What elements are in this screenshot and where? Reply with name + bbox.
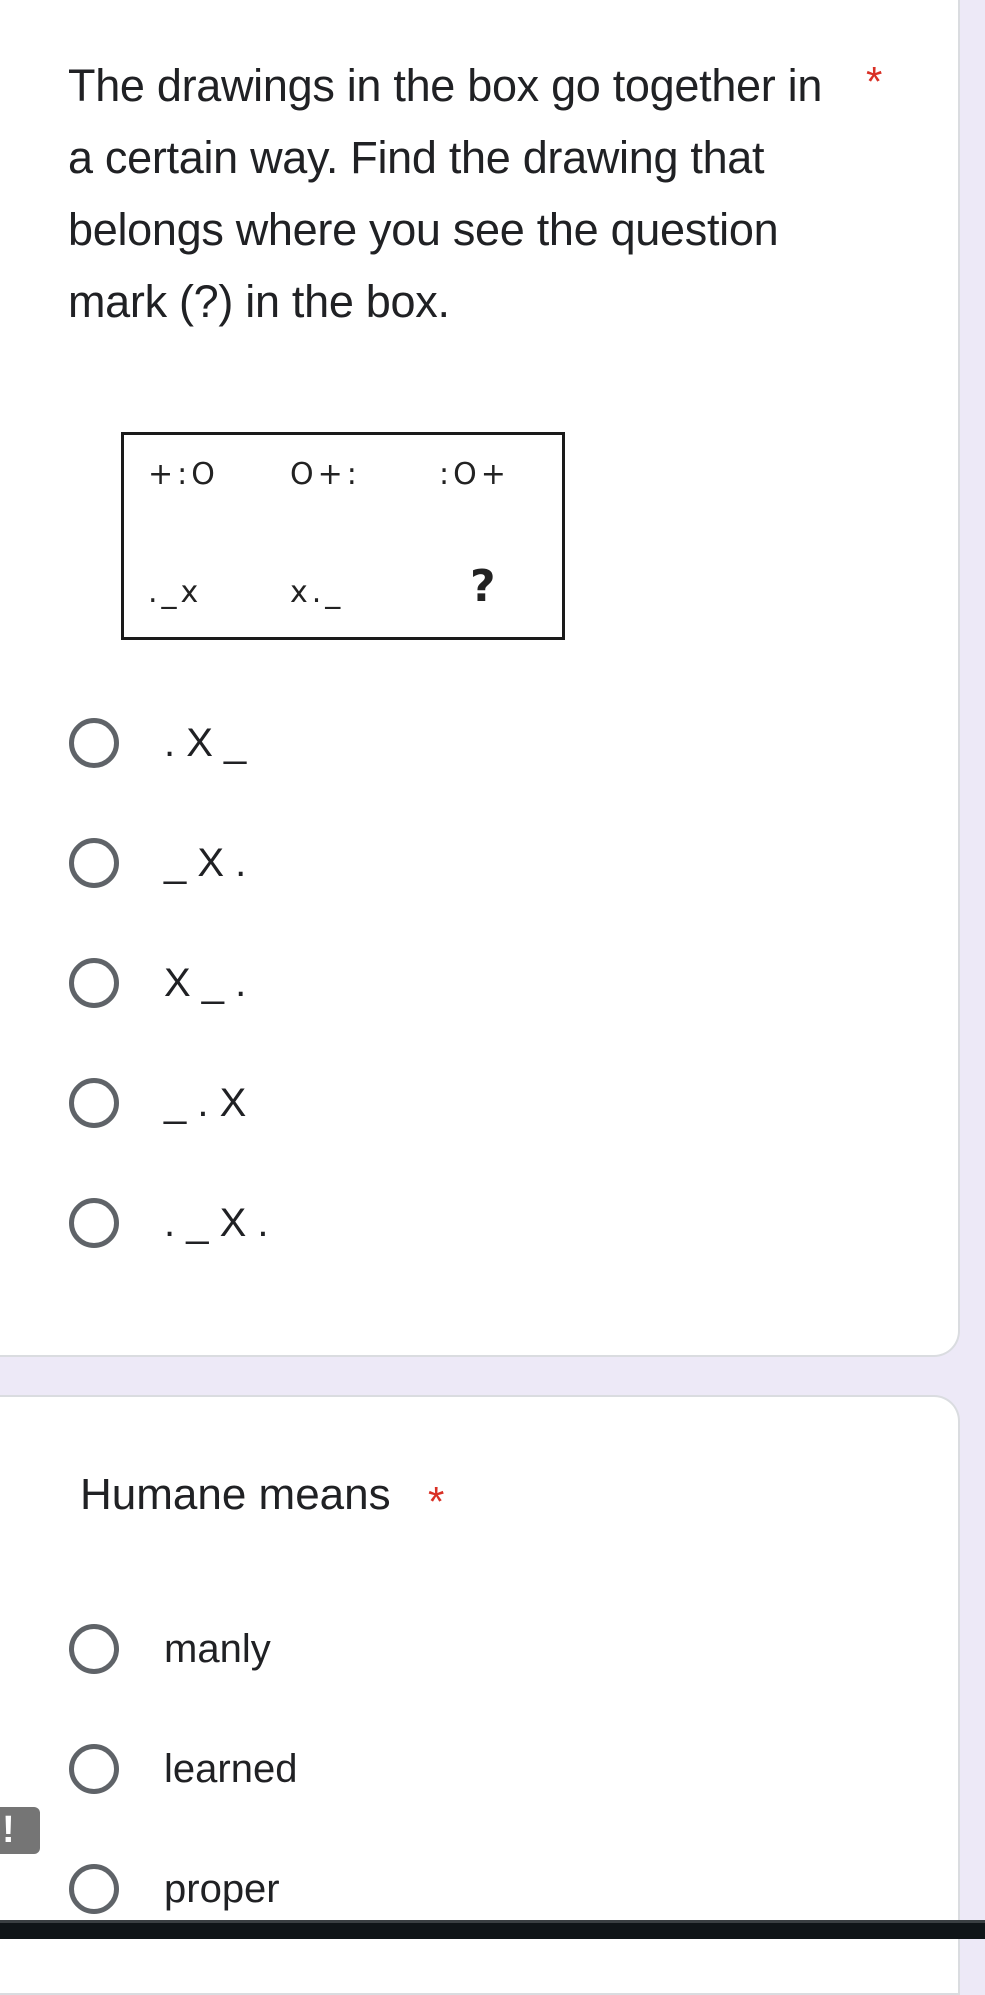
figure-question-mark: ? <box>470 561 496 612</box>
radio-button[interactable] <box>69 1744 119 1794</box>
option-label: X _ . <box>164 960 247 1005</box>
radio-button[interactable] <box>69 958 119 1008</box>
option-label: manly <box>164 1626 271 1671</box>
option-3[interactable]: X _ . <box>68 953 246 1013</box>
radio-button[interactable] <box>69 1078 119 1128</box>
option-label: . _ X . <box>164 1200 269 1245</box>
option-4[interactable]: _ . X <box>68 1073 246 1133</box>
option-label: learned <box>164 1746 298 1791</box>
system-navigation-bar <box>0 1920 985 1939</box>
question-2-text: Humane means <box>80 1470 391 1519</box>
figure-cell: :O+ <box>439 457 510 492</box>
radio-button[interactable] <box>69 1864 119 1914</box>
question-1-text: The drawings in the box go together in a… <box>68 60 823 327</box>
figure-cell: O+: <box>290 457 361 492</box>
radio-button[interactable] <box>69 718 119 768</box>
radio-button[interactable] <box>69 838 119 888</box>
option-2[interactable]: _ X . <box>68 833 246 893</box>
option-label: _ X . <box>164 840 247 885</box>
question-1-figure: +:O O+: :O+ ._x x._ ? <box>121 432 565 640</box>
exclamation-icon: ! <box>2 1809 15 1851</box>
figure-cell: x._ <box>290 575 345 610</box>
radio-button[interactable] <box>69 1624 119 1674</box>
option-label: proper <box>164 1866 280 1911</box>
option-label: . X _ <box>164 720 247 765</box>
option-manly[interactable]: manly <box>68 1619 271 1679</box>
feedback-tab[interactable]: ! <box>0 1807 40 1854</box>
option-proper[interactable]: proper <box>68 1859 280 1919</box>
option-1[interactable]: . X _ <box>68 713 246 773</box>
figure-cell: ._x <box>148 575 203 610</box>
radio-button[interactable] <box>69 1198 119 1248</box>
required-asterisk: * <box>866 58 883 105</box>
option-learned[interactable]: learned <box>68 1739 297 1799</box>
option-label: _ . X <box>164 1080 247 1125</box>
required-asterisk: * <box>428 1478 445 1525</box>
option-5[interactable]: . _ X . <box>68 1193 269 1253</box>
figure-cell: +:O <box>148 457 219 492</box>
